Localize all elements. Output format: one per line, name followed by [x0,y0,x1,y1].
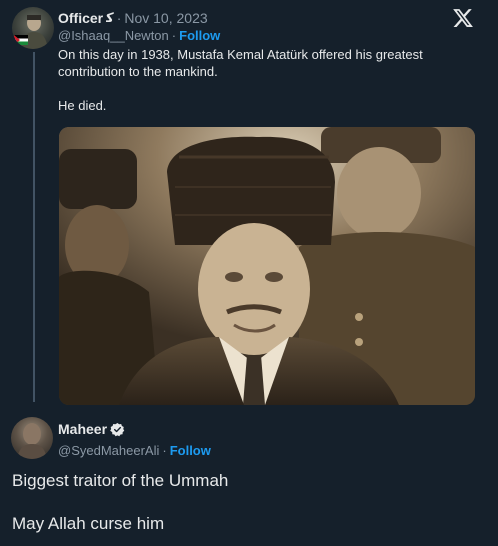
reply-tweet-text: Biggest traitor of the Ummah May Allah c… [12,470,482,535]
palestine-flag-icon [14,35,28,45]
parent-follow-button[interactable]: Follow [179,28,220,43]
tweet-embed-card: Officer ﮐ · Nov 10, 2023 @Ishaaq__Newton… [0,0,498,546]
reply-display-name[interactable]: Maheer [58,421,107,437]
separator-dot: · [171,28,177,43]
parent-text-line: On this day in 1938, Mustafa Kemal Atatü… [58,47,423,79]
parent-date[interactable]: Nov 10, 2023 [124,10,207,26]
reply-text-line: May Allah curse him [12,514,165,533]
parent-tweet-text: On this day in 1938, Mustafa Kemal Atatü… [58,46,478,114]
tweet-photo[interactable] [59,127,475,405]
historical-photo-icon [59,127,475,405]
reply-handle[interactable]: @SyedMaheerAli [58,443,159,458]
parent-avatar[interactable] [12,7,54,49]
reply-handle-row: @SyedMaheerAli · Follow [58,443,211,458]
reply-avatar[interactable] [11,417,53,459]
parent-display-name[interactable]: Officer [58,10,103,26]
thread-connector-line [33,52,35,402]
reply-name-row: Maheer [58,421,125,437]
parent-name-row: Officer ﮐ · Nov 10, 2023 [58,9,208,27]
separator-dot: · [162,443,167,458]
reply-text-line: Biggest traitor of the Ummah [12,471,229,490]
parent-text-line: He died. [58,98,107,113]
parent-handle-row: @Ishaaq__Newton · Follow [58,28,220,43]
verified-badge-icon [110,422,125,436]
x-logo-icon[interactable] [452,7,474,29]
parent-name-suffix: ﮐ [106,10,114,25]
reply-follow-button[interactable]: Follow [170,443,211,458]
parent-handle[interactable]: @Ishaaq__Newton [58,28,169,43]
separator-dot: · [116,10,122,26]
avatar-person-icon [17,423,47,459]
